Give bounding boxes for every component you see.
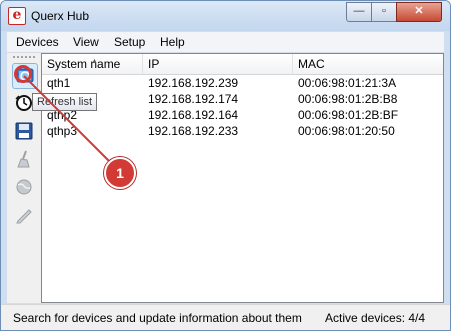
client-area: ▲ System name IP MAC qth1 192.168.192.23…	[7, 53, 444, 303]
main-window: e Querx Hub — ▫ ✕ Devices View Setup Hel…	[0, 0, 451, 331]
minimize-button[interactable]: —	[346, 2, 372, 22]
sort-ascending-icon: ▲	[91, 58, 98, 65]
cell-ip: 192.168.192.233	[148, 124, 239, 138]
window-title: Querx Hub	[31, 9, 90, 23]
clock-icon	[15, 95, 32, 111]
save-button[interactable]	[14, 121, 34, 141]
close-button[interactable]: ✕	[396, 2, 442, 22]
app-logo-icon: e	[8, 7, 26, 25]
column-mac[interactable]: MAC	[293, 54, 443, 74]
cell-ip: 192.168.192.239	[148, 76, 239, 90]
status-message: Search for devices and update informatio…	[13, 311, 302, 325]
pencil-icon	[16, 209, 32, 224]
clock-button[interactable]	[14, 93, 34, 113]
cell-ip: 192.168.192.174	[148, 92, 239, 106]
cell-mac: 00:06:98:01:2B:BF	[298, 108, 399, 122]
status-bar: Search for devices and update informatio…	[1, 304, 450, 330]
column-system-name[interactable]: ▲ System name	[42, 54, 143, 74]
maximize-button[interactable]: ▫	[371, 2, 397, 22]
column-ip[interactable]: IP	[143, 54, 293, 74]
menu-setup[interactable]: Setup	[114, 35, 145, 49]
table-row[interactable]: qth1 192.168.192.239 00:06:98:01:21:3A	[42, 75, 443, 91]
side-toolbar	[7, 53, 41, 303]
callout-target-ring	[14, 65, 32, 83]
column-label: System name	[47, 57, 121, 71]
toolbar-grip[interactable]	[13, 56, 35, 60]
cell-mac: 00:06:98:01:21:3A	[298, 76, 397, 90]
column-label: MAC	[298, 57, 325, 71]
cell-mac: 00:06:98:01:20:50	[298, 124, 395, 138]
title-bar[interactable]: e Querx Hub — ▫ ✕	[1, 1, 450, 31]
web-button[interactable]	[14, 177, 34, 197]
table-row[interactable]: qthp 192.168.192.174 00:06:98:01:2B:B8	[42, 91, 443, 107]
list-header: ▲ System name IP MAC	[42, 54, 443, 75]
table-row[interactable]: qthp3 192.168.192.233 00:06:98:01:20:50	[42, 123, 443, 139]
menu-devices[interactable]: Devices	[16, 35, 59, 49]
save-icon	[15, 122, 33, 140]
table-row[interactable]: qthp2 192.168.192.164 00:06:98:01:2B:BF	[42, 107, 443, 123]
callout-badge: 1	[104, 157, 136, 189]
broom-icon	[17, 150, 30, 168]
menu-bar: Devices View Setup Help	[7, 32, 444, 53]
cell-system-name: qthp3	[47, 124, 78, 138]
active-devices-count: Active devices: 4/4	[325, 311, 426, 325]
device-list[interactable]: ▲ System name IP MAC qth1 192.168.192.23…	[41, 53, 444, 303]
cell-system-name: qth1	[47, 76, 71, 90]
edit-button[interactable]	[14, 205, 34, 225]
menu-help[interactable]: Help	[160, 35, 185, 49]
menu-view[interactable]: View	[73, 35, 99, 49]
cell-mac: 00:06:98:01:2B:B8	[298, 92, 398, 106]
column-label: IP	[148, 57, 160, 71]
clean-button[interactable]	[14, 149, 34, 169]
globe-icon	[16, 179, 32, 195]
cell-ip: 192.168.192.164	[148, 108, 239, 122]
refresh-tooltip: Refresh list	[32, 93, 98, 111]
